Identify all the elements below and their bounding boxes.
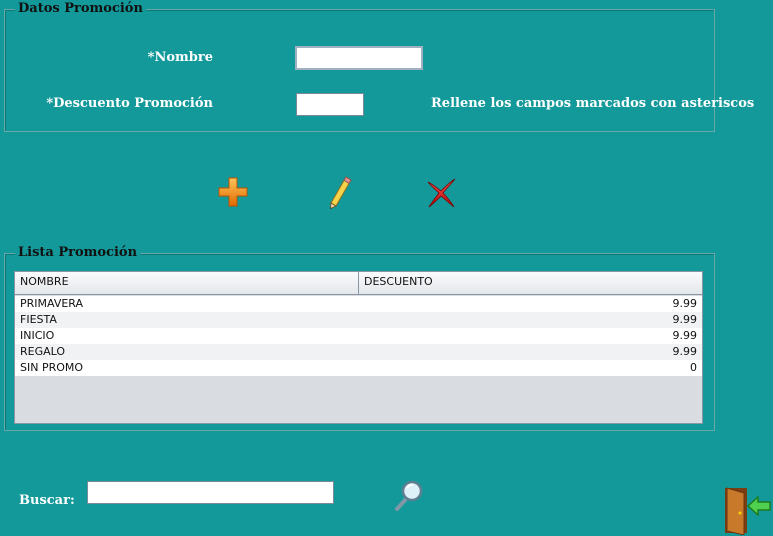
required-fields-hint: Rellene los campos marcados con asterisc… (431, 96, 755, 111)
edit-button[interactable] (318, 172, 358, 212)
cell-nombre: INICIO (20, 329, 55, 342)
delete-button[interactable] (421, 172, 461, 212)
pencil-icon (330, 176, 352, 210)
column-header-descuento[interactable]: DESCUENTO (359, 272, 702, 294)
magnifier-icon (395, 480, 423, 511)
plus-icon (218, 177, 248, 207)
add-button[interactable] (213, 172, 253, 212)
exit-button[interactable] (722, 485, 772, 535)
datos-promocion-legend: Datos Promoción (15, 1, 146, 16)
table-header: NOMBRE DESCUENTO (15, 272, 702, 295)
cell-descuento: 9.99 (672, 345, 698, 358)
cell-nombre: REGALO (20, 345, 66, 358)
search-label: Buscar: (19, 493, 75, 508)
cell-nombre: PRIMAVERA (20, 297, 84, 310)
descuento-label: *Descuento Promoción (46, 96, 213, 111)
column-header-nombre[interactable]: NOMBRE (15, 272, 359, 294)
cell-nombre: SIN PROMO (20, 361, 84, 374)
cell-descuento: 9.99 (672, 329, 698, 342)
cell-nombre: FIESTA (20, 313, 57, 326)
lista-promocion-legend: Lista Promoción (15, 245, 141, 260)
table-row[interactable]: REGALO 9.99 (15, 344, 702, 360)
table-row[interactable]: FIESTA 9.99 (15, 312, 702, 328)
cell-descuento: 0 (690, 361, 697, 374)
search-input[interactable] (87, 481, 334, 504)
nombre-label: *Nombre (147, 50, 213, 65)
table-body: PRIMAVERA 9.99 FIESTA 9.99 INICIO 9.99 R… (15, 295, 702, 376)
descuento-input[interactable] (296, 93, 364, 116)
table-row[interactable]: INICIO 9.99 (15, 328, 702, 344)
x-icon (427, 178, 456, 208)
cell-descuento: 9.99 (672, 297, 698, 310)
table-row[interactable]: SIN PROMO 0 (15, 360, 702, 376)
search-button[interactable] (389, 475, 429, 515)
exit-door-icon (725, 487, 771, 535)
table-row[interactable]: PRIMAVERA 9.99 (15, 296, 702, 312)
nombre-input[interactable] (295, 46, 423, 70)
promocion-table[interactable]: NOMBRE DESCUENTO PRIMAVERA 9.99 FIESTA 9… (14, 271, 703, 424)
cell-descuento: 9.99 (672, 313, 698, 326)
